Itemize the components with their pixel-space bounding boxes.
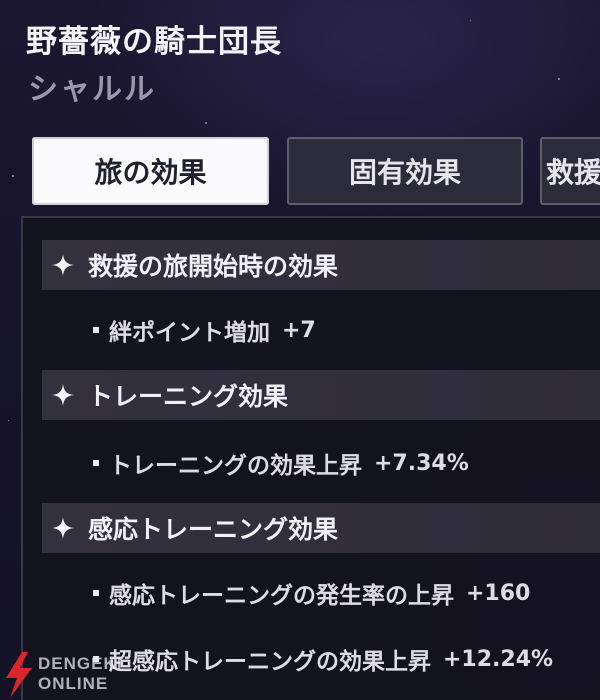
bullet-icon: [93, 327, 99, 333]
section-header-rescue-start: 救援の旅開始時の効果: [42, 240, 600, 290]
tab-rescue[interactable]: 救援: [540, 137, 600, 205]
effect-item: トレーニングの効果上昇 +7.34%: [93, 446, 469, 480]
effect-label: 感応トレーニングの発生率の上昇: [109, 583, 454, 609]
lightning-logo-icon: [6, 652, 32, 698]
background-star: [470, 20, 471, 21]
effect-value: +7: [282, 317, 316, 343]
bullet-icon: [93, 590, 99, 596]
background-star: [558, 78, 560, 80]
effects-panel: 救援の旅開始時の効果 絆ポイント増加 +7 トレーニング効果 トレーニングの効果…: [21, 216, 600, 700]
section-title: 救援の旅開始時の効果: [88, 252, 339, 281]
effect-value: +7.34%: [374, 450, 469, 476]
bullet-icon: [93, 460, 99, 466]
sparkle-icon: [52, 384, 74, 406]
background-star: [12, 175, 14, 177]
effect-label: トレーニングの効果上昇: [109, 453, 362, 479]
sparkle-icon: [52, 254, 74, 276]
effect-label: 超感応トレーニングの効果上昇: [109, 649, 431, 675]
effect-item: 絆ポイント増加 +7: [93, 313, 316, 347]
effect-item: 感応トレーニングの発生率の上昇 +160: [93, 576, 530, 610]
character-title: 野薔薇の騎士団長: [26, 24, 282, 60]
section-header-resonance-training: 感応トレーニング効果: [42, 503, 600, 553]
section-title: 感応トレーニング効果: [88, 515, 339, 544]
effect-label: 絆ポイント増加: [109, 320, 270, 346]
tab-unique-effect[interactable]: 固有効果: [287, 137, 523, 205]
watermark-line1: DENGEKI: [38, 654, 123, 673]
tab-journey-effect[interactable]: 旅の効果: [32, 137, 269, 205]
site-watermark: DENGEKI ONLINE: [0, 650, 140, 700]
background-star: [205, 122, 207, 124]
section-header-training: トレーニング効果: [42, 370, 600, 420]
effect-value: +160: [466, 580, 531, 606]
character-name: シャルル: [28, 72, 156, 107]
background-star: [8, 420, 9, 421]
effect-item: 超感応トレーニングの効果上昇 +12.24%: [93, 642, 553, 676]
effect-value: +12.24%: [443, 646, 554, 672]
watermark-line2: ONLINE: [38, 674, 109, 693]
sparkle-icon: [52, 517, 74, 539]
tab-bar: 旅の効果 固有効果 救援: [32, 137, 600, 209]
section-title: トレーニング効果: [88, 382, 289, 411]
